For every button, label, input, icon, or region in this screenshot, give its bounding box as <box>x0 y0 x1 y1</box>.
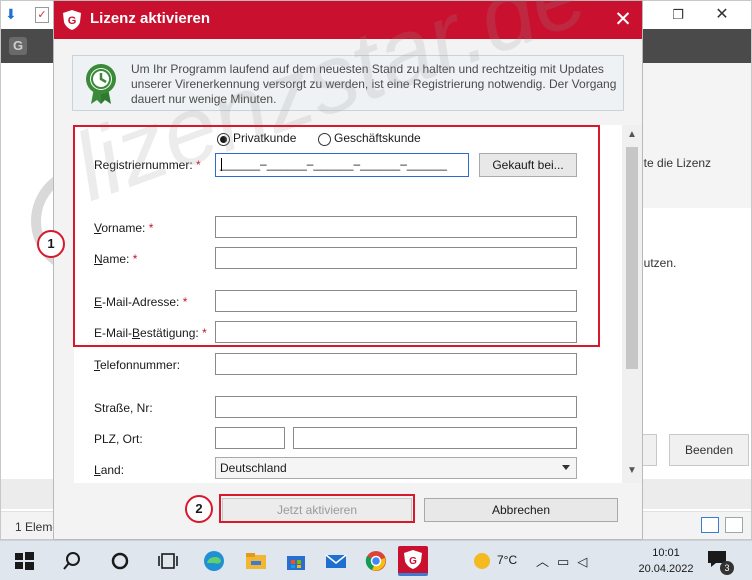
gdata-shield-icon: G <box>63 10 81 30</box>
cortana-icon[interactable] <box>108 549 132 573</box>
certificate-icon <box>86 64 116 104</box>
details-view-icon[interactable] <box>701 517 719 533</box>
telefon-label: Telefonnummer: <box>94 358 181 372</box>
plz-input[interactable] <box>215 427 285 449</box>
beenden-button[interactable]: Beenden <box>669 434 749 466</box>
windows-start-icon[interactable] <box>12 549 36 573</box>
edge-browser-icon[interactable] <box>202 549 226 573</box>
strasse-label: Straße, Nr: <box>94 401 153 415</box>
weather-sun-icon[interactable] <box>470 549 494 573</box>
scroll-thumb[interactable] <box>626 147 638 369</box>
restore-window-button[interactable]: ❐ <box>663 5 693 25</box>
land-selected-value: Deutschland <box>220 461 287 475</box>
info-box: Um Ihr Programm laufend auf dem neuesten… <box>72 55 624 111</box>
store-icon[interactable] <box>284 549 308 573</box>
svg-text:G: G <box>68 15 77 27</box>
scroll-down-icon[interactable]: ▼ <box>626 465 638 477</box>
clock-date: 20.04.2022 <box>638 563 694 575</box>
file-explorer-icon[interactable] <box>244 549 268 573</box>
clock-time: 10:01 <box>652 547 680 559</box>
land-select[interactable]: Deutschland <box>215 457 577 479</box>
search-icon[interactable] <box>60 549 84 573</box>
notification-center-button[interactable]: 3 <box>706 549 734 575</box>
annotation-marker-2: 2 <box>185 495 213 523</box>
ort-input[interactable] <box>293 427 577 449</box>
annotation-highlight-activate-button <box>219 494 415 523</box>
annotation-marker-1: 1 <box>37 230 65 258</box>
background-close-button[interactable]: ✕ <box>707 5 737 25</box>
download-arrow-icon[interactable]: ⬇ <box>5 7 19 23</box>
notification-count-badge: 3 <box>720 561 734 575</box>
temperature-text[interactable]: 7°C <box>497 553 517 567</box>
chevron-down-icon <box>562 465 570 470</box>
svg-text:G: G <box>409 556 417 567</box>
land-label: Land: <box>94 463 125 477</box>
info-text: Um Ihr Programm laufend auf dem neuesten… <box>131 62 617 106</box>
gdata-shield-icon: G <box>404 550 422 569</box>
gdata-taskbar-icon[interactable]: G <box>398 546 428 576</box>
system-tray-icons[interactable]: ︿▭◁ <box>536 551 595 570</box>
strasse-input[interactable] <box>215 396 577 418</box>
form-scrollbar[interactable]: ▲ ▼ <box>622 125 642 483</box>
annotation-highlight-required-fields <box>73 125 600 347</box>
dialog-title: Lizenz aktivieren <box>90 10 211 27</box>
task-view-icon[interactable] <box>156 549 180 573</box>
clock[interactable]: 10:01 20.04.2022 <box>636 545 696 577</box>
scroll-up-icon[interactable]: ▲ <box>626 129 638 141</box>
checklist-icon[interactable]: ✓ <box>35 7 49 23</box>
gdata-logo-icon: G <box>9 37 27 55</box>
taskbar: G 7°C ︿▭◁ 10:01 20.04.2022 3 <box>0 540 752 580</box>
mail-icon[interactable] <box>324 549 348 573</box>
volume-icon[interactable]: ◁ <box>577 554 595 569</box>
chrome-icon[interactable] <box>364 549 388 573</box>
telefon-input[interactable] <box>215 353 577 375</box>
chevron-up-icon[interactable]: ︿ <box>536 554 557 569</box>
abbrechen-button[interactable]: Abbrechen <box>424 498 618 522</box>
dialog-titlebar: G Lizenz aktivieren ✕ <box>54 1 642 39</box>
dialog-close-button[interactable]: ✕ <box>610 7 636 33</box>
background-text-license: nte die Lizenz <box>637 156 712 170</box>
tiles-view-icon[interactable] <box>725 517 743 533</box>
network-icon[interactable]: ▭ <box>557 554 577 569</box>
plz-ort-label: PLZ, Ort: <box>94 432 143 446</box>
